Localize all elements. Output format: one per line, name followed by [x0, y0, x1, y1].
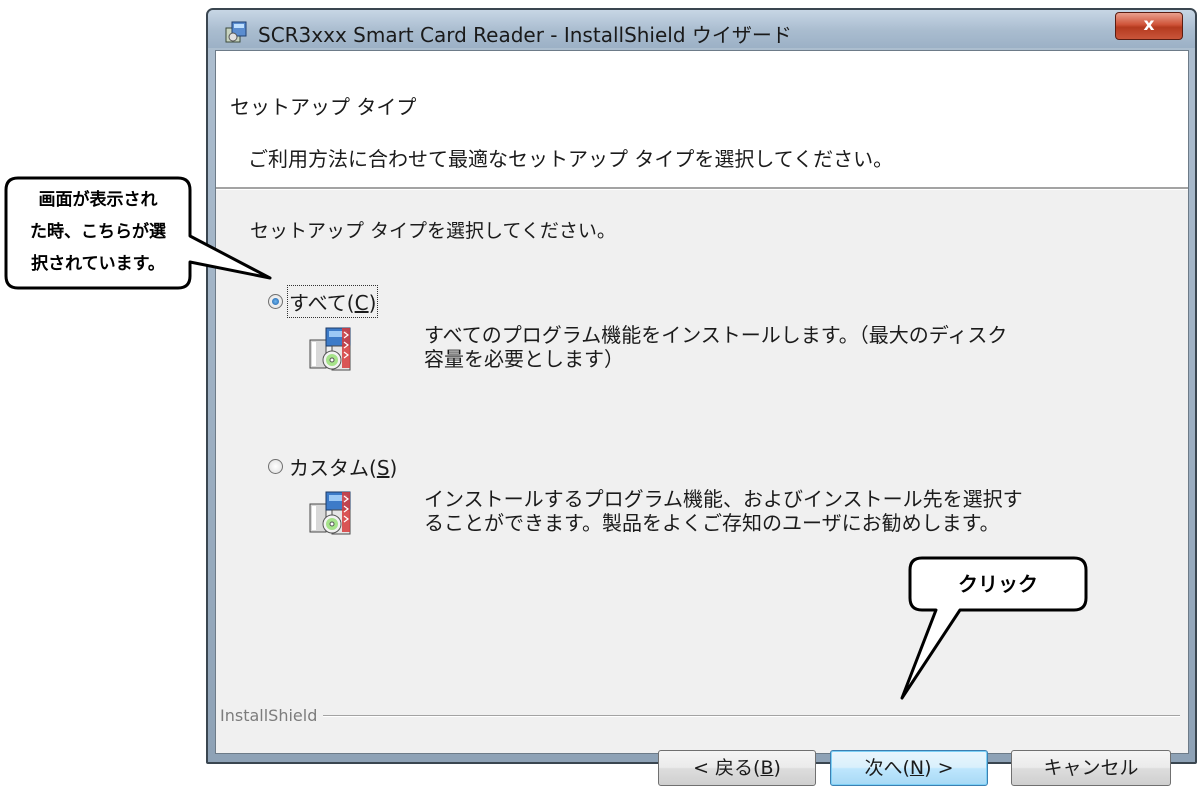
- page-title: セットアップ タイプ: [230, 95, 417, 119]
- option-custom-description: インストールするプログラム機能、およびインストール先を選択す ることができます。…: [424, 487, 1023, 535]
- installshield-divider: [220, 715, 1180, 717]
- close-button[interactable]: x: [1115, 12, 1183, 40]
- wizard-body: セットアップ タイプを選択してください。 すべて(C) すべてのプログラム機能を…: [216, 190, 1188, 786]
- window-title: SCR3xxx Smart Card Reader - InstallShiel…: [258, 23, 792, 47]
- setup-package-icon: [309, 327, 351, 371]
- option-custom[interactable]: カスタム(S): [268, 452, 397, 481]
- option-custom-label[interactable]: カスタム(S): [289, 452, 397, 481]
- setup-type-prompt: セットアップ タイプを選択してください。: [250, 220, 616, 242]
- page-description: ご利用方法に合わせて最適なセットアップ タイプを選択してください。: [248, 147, 894, 171]
- radio-complete[interactable]: [268, 294, 283, 309]
- option-complete-label[interactable]: すべて(C): [286, 285, 379, 318]
- installer-icon: [225, 21, 247, 43]
- left-callout-text: 画面が表示され た時、こちらが選 択されています。: [30, 190, 166, 274]
- installshield-brand: InstallShield: [220, 706, 324, 725]
- cancel-button[interactable]: キャンセル: [1011, 750, 1171, 786]
- installshield-wizard-window: SCR3xxx Smart Card Reader - InstallShiel…: [206, 8, 1197, 786]
- next-button[interactable]: 次へ(N) >: [830, 750, 988, 786]
- wizard-client-area: セットアップ タイプ ご利用方法に合わせて最適なセットアップ タイプを選択してく…: [215, 50, 1189, 786]
- option-complete[interactable]: すべて(C): [268, 285, 379, 318]
- title-bar[interactable]: SCR3xxx Smart Card Reader - InstallShiel…: [208, 10, 1195, 48]
- right-callout-text: クリック: [958, 572, 1038, 596]
- back-button[interactable]: < 戻る(B): [658, 750, 816, 786]
- wizard-header: セットアップ タイプ ご利用方法に合わせて最適なセットアップ タイプを選択してく…: [216, 51, 1188, 187]
- radio-custom[interactable]: [268, 459, 283, 474]
- option-complete-description: すべてのプログラム機能をインストールします。（最大のディスク 容量を必要とします…: [424, 323, 1008, 371]
- setup-package-icon: [309, 491, 351, 535]
